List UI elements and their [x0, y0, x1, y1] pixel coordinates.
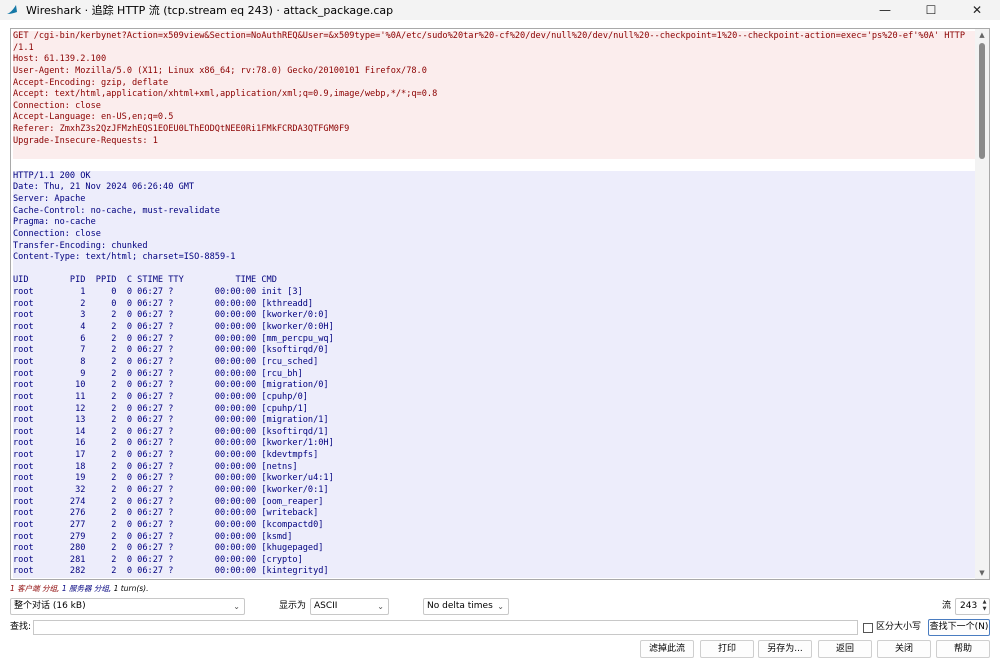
- packet-summary: 1 客户端 分组, 1 服务器 分组, 1 turn(s).: [10, 583, 148, 594]
- stream-content: GET /cgi-bin/kerbynet?Action=x509view&Se…: [13, 31, 975, 579]
- stream-line: Pragma: no-cache: [13, 217, 975, 229]
- stream-line: Server: Apache: [13, 193, 975, 206]
- minimize-button[interactable]: —: [862, 0, 908, 20]
- stream-line: root 9 2 0 06:27 ? 00:00:00 [rcu_bh]: [13, 368, 975, 381]
- stream-line: Host: 61.139.2.100: [13, 54, 975, 66]
- stream-line: root 18 2 0 06:27 ? 00:00:00 [netns]: [13, 461, 975, 474]
- stream-line: root 277 2 0 06:27 ? 00:00:00 [kcompactd…: [13, 519, 975, 532]
- case-sensitive-label: 区分大小写: [876, 622, 922, 632]
- stream-line: root 2 0 0 06:27 ? 00:00:00 [kthreadd]: [13, 298, 975, 311]
- scrollbar-thumb[interactable]: [979, 43, 985, 159]
- filter-out-stream-button[interactable]: 滤掉此流: [640, 640, 694, 658]
- stream-line: [13, 147, 975, 160]
- stream-text-pane[interactable]: GET /cgi-bin/kerbynet?Action=x509view&Se…: [10, 28, 990, 580]
- stream-line: root 3 2 0 06:27 ? 00:00:00 [kworker/0:0…: [13, 310, 975, 323]
- turns-count: 1 turn(s).: [111, 584, 149, 593]
- print-button[interactable]: 打印: [700, 640, 754, 658]
- show-as-label: 显示为: [279, 601, 307, 611]
- stream-line: Cache-Control: no-cache, must-revalidate: [13, 205, 975, 218]
- stream-line: root 6 2 0 06:27 ? 00:00:00 [mm_percpu_w…: [13, 333, 975, 346]
- stream-line: root 10 2 0 06:27 ? 00:00:00 [migration/…: [13, 380, 975, 392]
- stream-line: root 11 2 0 06:27 ? 00:00:00 [cpuhp/0]: [13, 391, 975, 404]
- stream-line: root 19 2 0 06:27 ? 00:00:00 [kworker/u4…: [13, 473, 975, 485]
- case-sensitive-checkbox[interactable]: [863, 623, 873, 633]
- stream-line: root 274 2 0 06:27 ? 00:00:00 [oom_reape…: [13, 496, 975, 509]
- close-window-button[interactable]: ✕: [954, 0, 1000, 20]
- find-label: 查找:: [10, 622, 32, 632]
- stream-line: Accept-Language: en-US,en;q=0.5: [13, 112, 975, 125]
- stream-line: Accept: text/html,application/xhtml+xml,…: [13, 89, 975, 101]
- stream-line: Date: Thu, 21 Nov 2024 06:26:40 GMT: [13, 182, 975, 194]
- stream-line: root 8 2 0 06:27 ? 00:00:00 [rcu_sched]: [13, 356, 975, 369]
- find-input[interactable]: [33, 620, 858, 635]
- stream-line: root 281 2 0 06:27 ? 00:00:00 [crypto]: [13, 554, 975, 567]
- scroll-down-icon[interactable]: ▼: [975, 567, 989, 579]
- maximize-button[interactable]: ☐: [908, 0, 954, 20]
- stream-line: root 14 2 0 06:27 ? 00:00:00 [ksoftirqd/…: [13, 426, 975, 439]
- vertical-scrollbar[interactable]: ▲ ▼: [975, 29, 989, 579]
- stream-number-value: 243: [960, 601, 978, 611]
- stream-label: 流: [942, 601, 952, 611]
- stream-line: Accept-Encoding: gzip, deflate: [13, 77, 975, 90]
- server-packets-count: 1 服务器 分组,: [59, 584, 112, 593]
- chevron-down-icon: ⌄: [377, 602, 384, 611]
- find-row: 查找: 区分大小写 查找下一个(N): [0, 619, 1000, 637]
- stream-line: [13, 159, 975, 171]
- title-bar: Wireshark · 追踪 HTTP 流 (tcp.stream eq 243…: [0, 0, 1000, 20]
- stream-line: GET /cgi-bin/kerbynet?Action=x509view&Se…: [13, 31, 975, 43]
- stream-line: User-Agent: Mozilla/5.0 (X11; Linux x86_…: [13, 65, 975, 78]
- stream-line: root 17 2 0 06:27 ? 00:00:00 [kdevtmpfs]: [13, 450, 975, 462]
- stream-line: root 32 2 0 06:27 ? 00:00:00 [kworker/0:…: [13, 484, 975, 497]
- find-next-button[interactable]: 查找下一个(N): [928, 619, 990, 636]
- stream-line: root 13 2 0 06:27 ? 00:00:00 [migration/…: [13, 415, 975, 427]
- stream-line: Content-Type: text/html; charset=ISO-885…: [13, 252, 975, 264]
- stream-line: HTTP/1.1 200 OK: [13, 170, 975, 183]
- show-as-select-value: ASCII: [314, 601, 338, 611]
- stream-line: root 279 2 0 06:27 ? 00:00:00 [ksmd]: [13, 531, 975, 544]
- show-as-select[interactable]: ASCII ⌄: [310, 598, 389, 615]
- stream-line: Connection: close: [13, 228, 975, 241]
- client-packets-count: 1 客户端 分组,: [10, 584, 60, 593]
- save-as-button[interactable]: 另存为...: [758, 640, 812, 658]
- stream-line: root 12 2 0 06:27 ? 00:00:00 [cpuhp/1]: [13, 403, 975, 416]
- stream-line: root 276 2 0 06:27 ? 00:00:00 [writeback…: [13, 508, 975, 520]
- stream-line: root 280 2 0 06:27 ? 00:00:00 [khugepage…: [13, 543, 975, 555]
- window-title: Wireshark · 追踪 HTTP 流 (tcp.stream eq 243…: [26, 4, 394, 17]
- back-button[interactable]: 返回: [818, 640, 872, 658]
- stream-line: [13, 263, 975, 276]
- chevron-down-icon: ⌄: [497, 602, 504, 611]
- close-button[interactable]: 关闭: [877, 640, 931, 658]
- stream-line: UID PID PPID C STIME TTY TIME CMD: [13, 275, 975, 288]
- spin-arrows-icon[interactable]: ▲ ▼: [980, 599, 989, 614]
- delta-times-select[interactable]: No delta times ⌄: [423, 598, 509, 615]
- scroll-up-icon[interactable]: ▲: [975, 29, 989, 41]
- stream-number-spinbox[interactable]: 243 ▲ ▼: [955, 598, 990, 615]
- stream-line: Transfer-Encoding: chunked: [13, 240, 975, 253]
- stream-line: root 7 2 0 06:27 ? 00:00:00 [ksoftirqd/0…: [13, 345, 975, 357]
- stream-line: Connection: close: [13, 100, 975, 113]
- stream-line: root 4 2 0 06:27 ? 00:00:00 [kworker/0:0…: [13, 322, 975, 334]
- stream-line: root 282 2 0 06:27 ? 00:00:00 [kintegrit…: [13, 566, 975, 579]
- stream-line: /1.1: [13, 42, 975, 55]
- stream-line: root 16 2 0 06:27 ? 00:00:00 [kworker/1:…: [13, 438, 975, 451]
- stream-line: Upgrade-Insecure-Requests: 1: [13, 135, 975, 148]
- conversation-select-value: 整个对话 (16 kB): [14, 601, 86, 611]
- wireshark-icon: [7, 5, 17, 14]
- delta-times-select-value: No delta times: [427, 601, 493, 611]
- help-button[interactable]: 帮助: [936, 640, 990, 658]
- stream-line: root 1 0 0 06:27 ? 00:00:00 init [3]: [13, 287, 975, 299]
- stream-line: Referer: ZmxhZ3s2QzJFMzhEQS1EOEU0LThEODQ…: [13, 124, 975, 136]
- chevron-down-icon: ⌄: [233, 602, 240, 611]
- controls-row: 整个对话 (16 kB) ⌄ 显示为 ASCII ⌄ No delta time…: [0, 598, 1000, 616]
- conversation-select[interactable]: 整个对话 (16 kB) ⌄: [10, 598, 245, 615]
